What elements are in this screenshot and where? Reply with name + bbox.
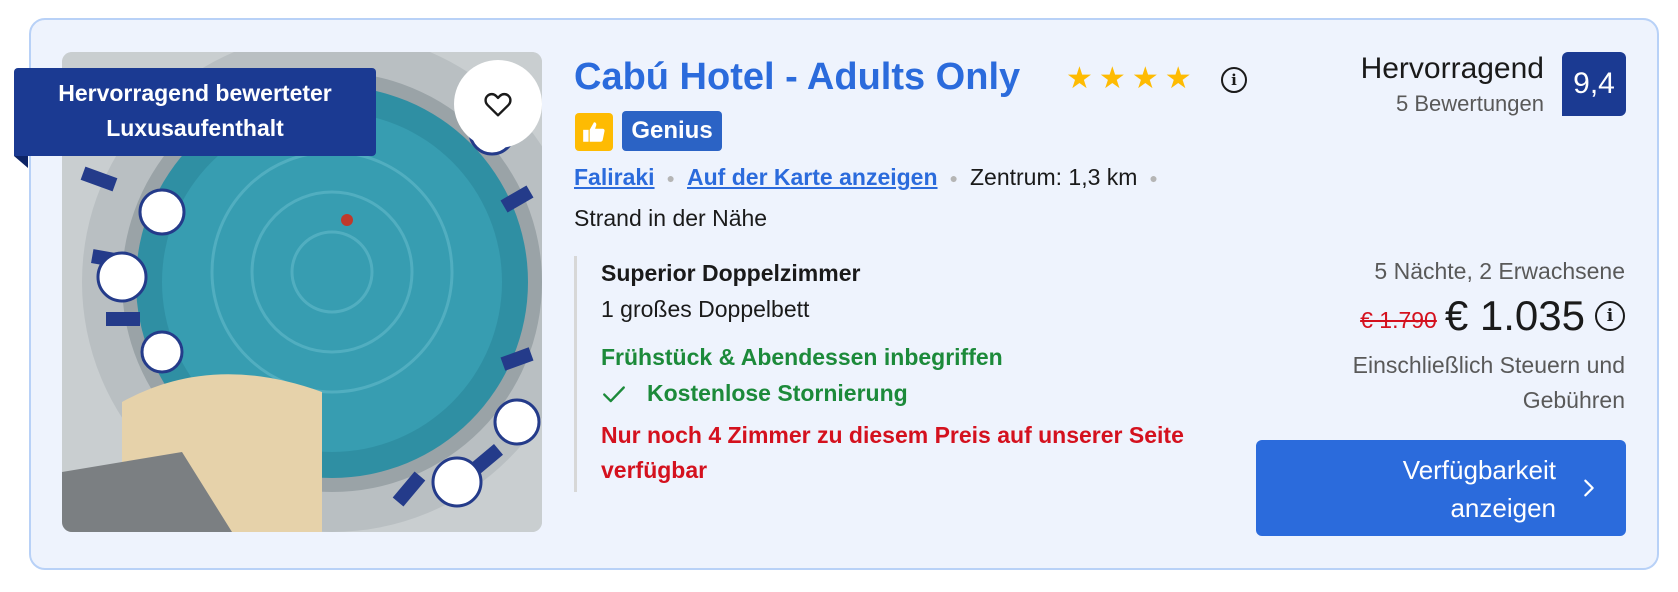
beach-nearby-text: Strand in der Nähe xyxy=(574,205,768,231)
separator-dot: ● xyxy=(1149,169,1158,186)
chevron-right-icon xyxy=(1584,479,1594,497)
location-row: Faliraki ● Auf der Karte anzeigen ● Zent… xyxy=(574,164,1170,191)
availability-warning: Nur noch 4 Zimmer zu diesem Preis auf un… xyxy=(601,422,1184,483)
highlight-badge-text: Hervorragend bewerteter Luxusaufenthalt xyxy=(14,68,376,156)
distance-text: Zentrum: 1,3 km xyxy=(969,164,1138,190)
room-name: Superior Doppelzimmer xyxy=(601,260,861,286)
preferred-partner-badge[interactable] xyxy=(575,113,613,151)
badge-fold xyxy=(14,156,28,168)
free-cancellation: Kostenlose Stornierung xyxy=(647,380,908,406)
current-price: € 1.035 xyxy=(1444,292,1585,339)
info-icon[interactable]: i xyxy=(1221,67,1247,93)
heart-icon xyxy=(484,92,512,117)
separator-dot: ● xyxy=(666,169,676,186)
show-on-map-link[interactable]: Auf der Karte anzeigen xyxy=(687,164,938,191)
hotel-name-link[interactable]: Cabú Hotel - Adults Only xyxy=(574,56,1020,99)
show-availability-label: Verfügbarkeit anzeigen xyxy=(1402,455,1556,523)
meal-plan: Frühstück & Abendessen inbegriffen xyxy=(601,344,1003,370)
star-icon: ★ xyxy=(1066,62,1093,95)
room-details: Superior Doppelzimmer 1 großes Doppelbet… xyxy=(574,256,1214,492)
price-row: € 1.790 € 1.035 i xyxy=(1360,292,1625,340)
star-rating: ★ ★ ★ ★ xyxy=(1066,62,1192,96)
location-link[interactable]: Faliraki xyxy=(574,164,655,191)
review-score-word[interactable]: Hervorragend xyxy=(1361,52,1544,86)
review-count[interactable]: 5 Bewertungen xyxy=(1396,91,1544,117)
star-icon: ★ xyxy=(1098,62,1126,95)
checkmark-icon xyxy=(603,385,625,402)
highlight-badge: Hervorragend bewerteter Luxusaufenthalt xyxy=(14,68,376,168)
show-availability-button[interactable]: Verfügbarkeit anzeigen xyxy=(1256,440,1626,536)
cancellation-row: Kostenlose Stornierung xyxy=(601,380,908,407)
thumbs-up-icon xyxy=(583,122,605,142)
review-score-badge[interactable]: 9,4 xyxy=(1562,52,1626,116)
star-icon: ★ xyxy=(1164,62,1192,95)
tax-note: Einschließlich Steuern und Gebühren xyxy=(1352,352,1625,413)
info-icon[interactable]: i xyxy=(1595,301,1625,331)
original-price: € 1.790 xyxy=(1360,306,1437,333)
genius-badge[interactable]: Genius xyxy=(622,111,722,151)
separator-dot: ● xyxy=(949,169,958,186)
save-to-wishlist-button[interactable] xyxy=(454,60,542,148)
bed-info: 1 großes Doppelbett xyxy=(601,296,810,322)
star-icon: ★ xyxy=(1131,62,1159,95)
stay-summary: 5 Nächte, 2 Erwachsene xyxy=(1374,258,1625,284)
